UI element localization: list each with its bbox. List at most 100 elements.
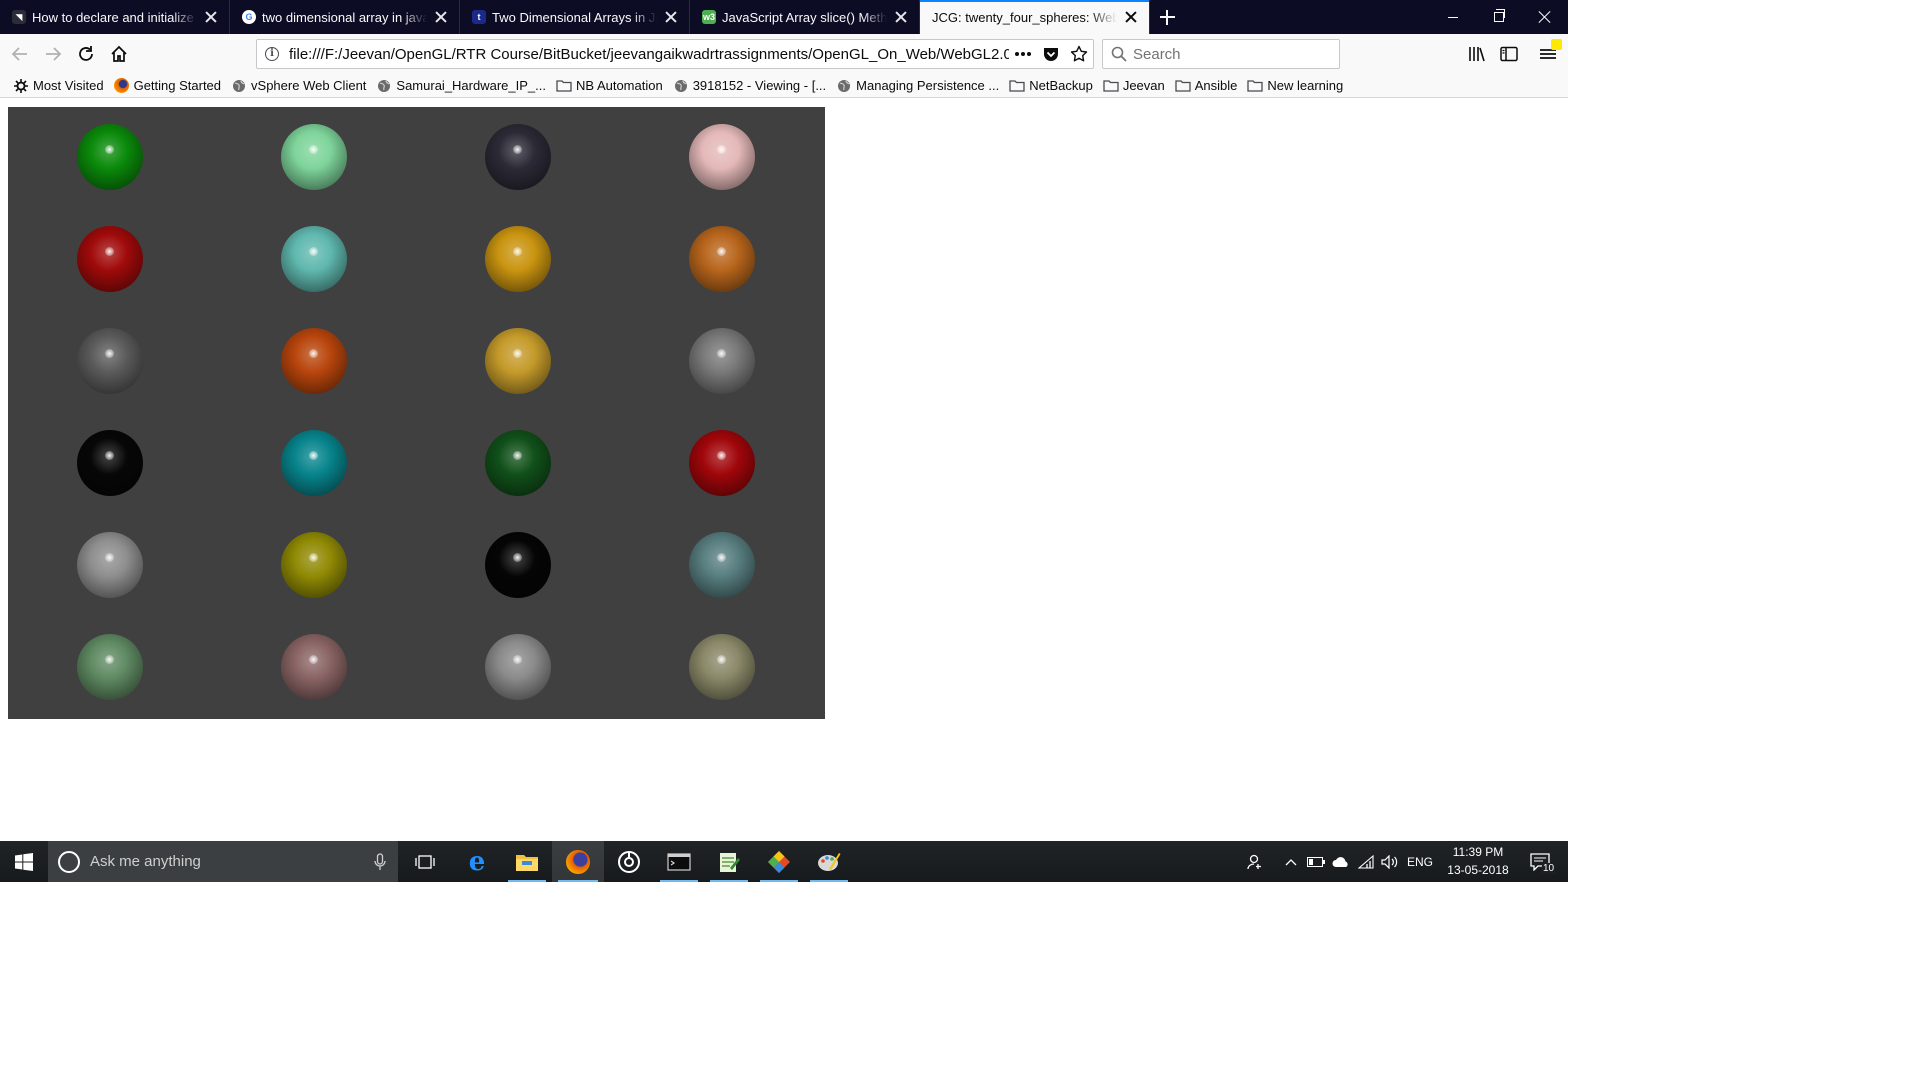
onedrive-cloud-icon	[1332, 856, 1348, 867]
ellipsis-icon	[1015, 52, 1031, 56]
bookmark-label: Ansible	[1194, 78, 1238, 93]
tab-title: JCG: twenty_four_spheres: WebGL	[932, 9, 1117, 25]
start-button[interactable]	[0, 841, 48, 882]
reload-button[interactable]	[71, 39, 101, 69]
paint-icon	[818, 852, 841, 871]
edge-app[interactable]: e	[452, 841, 502, 882]
sphere	[77, 328, 143, 394]
sphere	[689, 226, 755, 292]
terminal-app[interactable]	[654, 841, 704, 882]
firefox-icon	[566, 849, 590, 874]
bookmark-samurai[interactable]: Samurai_Hardware_IP_...	[371, 75, 551, 97]
people-button[interactable]	[1240, 841, 1270, 882]
people-icon	[1247, 854, 1261, 869]
close-tab-icon[interactable]	[433, 9, 449, 25]
close-tab-icon[interactable]	[1123, 9, 1139, 25]
bookmark-jeevan[interactable]: Jeevan	[1098, 75, 1170, 97]
bookmark-label: NB Automation	[575, 78, 663, 93]
language-indicator[interactable]: ENG	[1404, 841, 1436, 882]
tab-3[interactable]: w3 JavaScript Array slice() Method	[690, 0, 920, 34]
microphone-icon[interactable]	[374, 852, 386, 871]
bookmark-3918152[interactable]: 3918152 - Viewing - [...	[668, 75, 831, 97]
tab-1[interactable]: G two dimensional array in javascript	[230, 0, 460, 34]
cortana-search[interactable]: Ask me anything	[48, 841, 398, 882]
bookmark-managing-persistence[interactable]: Managing Persistence ...	[831, 75, 1004, 97]
firefox-app[interactable]	[552, 841, 604, 882]
network-button[interactable]	[1354, 841, 1378, 882]
tab-2[interactable]: t Two Dimensional Arrays in JavaScript	[460, 0, 690, 34]
sphere	[689, 124, 755, 190]
webgl-canvas[interactable]	[8, 107, 825, 719]
folder-icon	[1247, 78, 1264, 94]
bookmark-nb-automation[interactable]: NB Automation	[551, 75, 668, 97]
bookmark-netbackup[interactable]: NetBackup	[1004, 75, 1098, 97]
sphere	[77, 124, 143, 190]
bookmarks-bar: Most Visited Getting Started vSphere Web…	[0, 74, 1568, 98]
action-center-button[interactable]: 10	[1520, 841, 1560, 882]
gear-icon	[13, 78, 29, 94]
media-app[interactable]	[604, 841, 654, 882]
battery-button[interactable]	[1304, 841, 1328, 882]
onedrive-button[interactable]	[1328, 841, 1354, 882]
close-tab-icon[interactable]	[663, 9, 679, 25]
bookmark-star-button[interactable]	[1065, 40, 1093, 68]
bookmark-label: Managing Persistence ...	[856, 78, 1000, 93]
clock-date: 13-05-2018	[1447, 863, 1509, 877]
system-clock[interactable]: 11:39 PM 13-05-2018	[1436, 843, 1520, 879]
home-button[interactable]	[104, 39, 134, 69]
bookmark-vsphere[interactable]: vSphere Web Client	[226, 75, 371, 97]
sphere	[485, 124, 551, 190]
site-info-button[interactable]: i	[257, 40, 287, 68]
file-explorer-app[interactable]	[502, 841, 552, 882]
w3schools-icon: w3	[702, 10, 716, 24]
folder-icon	[1009, 78, 1025, 94]
search-input[interactable]	[1133, 45, 1323, 63]
volume-button[interactable]	[1378, 841, 1402, 882]
sidebar-button[interactable]	[1494, 39, 1524, 69]
tab-title: Two Dimensional Arrays in JavaScript	[492, 9, 657, 25]
address-bar[interactable]: i file:///F:/Jeevan/OpenGL/RTR Course/Bi…	[256, 39, 1094, 69]
menu-button[interactable]	[1533, 39, 1563, 69]
pocket-icon	[1044, 48, 1058, 61]
bookmark-ansible[interactable]: Ansible	[1170, 75, 1243, 97]
bookmark-getting-started[interactable]: Getting Started	[109, 75, 226, 97]
notepad-app[interactable]	[704, 841, 754, 882]
sphere	[281, 226, 347, 292]
bookmark-most-visited[interactable]: Most Visited	[8, 75, 109, 97]
url-text[interactable]: file:///F:/Jeevan/OpenGL/RTR Course/BitB…	[287, 46, 1009, 63]
close-tab-icon[interactable]	[203, 9, 219, 25]
close-tab-icon[interactable]	[893, 9, 909, 25]
search-box[interactable]	[1102, 39, 1340, 69]
sphere	[77, 634, 143, 700]
bookmark-new-learning[interactable]: New learning	[1242, 75, 1348, 97]
sphere	[485, 430, 551, 496]
show-hidden-icons-button[interactable]	[1280, 841, 1302, 882]
sphere	[77, 226, 143, 292]
new-tab-button[interactable]	[1150, 0, 1184, 34]
folder-icon	[556, 78, 572, 94]
tab-0[interactable]: ◥ How to declare and initialize multidim…	[0, 0, 230, 34]
close-icon	[1538, 10, 1552, 24]
tab-title: two dimensional array in javascript	[262, 9, 427, 25]
file-explorer-icon	[516, 854, 538, 871]
pocket-button[interactable]	[1037, 40, 1065, 68]
page-actions-button[interactable]	[1009, 40, 1037, 68]
tab-title: JavaScript Array slice() Method	[722, 9, 887, 25]
home-icon	[111, 45, 127, 62]
back-button[interactable]	[5, 39, 35, 69]
cortana-icon	[58, 850, 80, 873]
task-view-icon	[415, 854, 435, 869]
git-app[interactable]	[754, 841, 804, 882]
library-button[interactable]	[1462, 39, 1492, 69]
close-window-button[interactable]	[1522, 0, 1568, 34]
restore-button[interactable]	[1476, 0, 1522, 34]
sphere	[485, 226, 551, 292]
tab-4[interactable]: JCG: twenty_four_spheres: WebGL	[920, 0, 1150, 34]
minimize-button[interactable]	[1430, 0, 1476, 34]
speaker-icon	[1381, 854, 1398, 869]
paint-app[interactable]	[804, 841, 854, 882]
terminal-icon	[667, 852, 691, 871]
forward-button[interactable]	[38, 39, 68, 69]
wolf-icon: ◥	[12, 10, 26, 24]
task-view-button[interactable]	[400, 841, 450, 882]
